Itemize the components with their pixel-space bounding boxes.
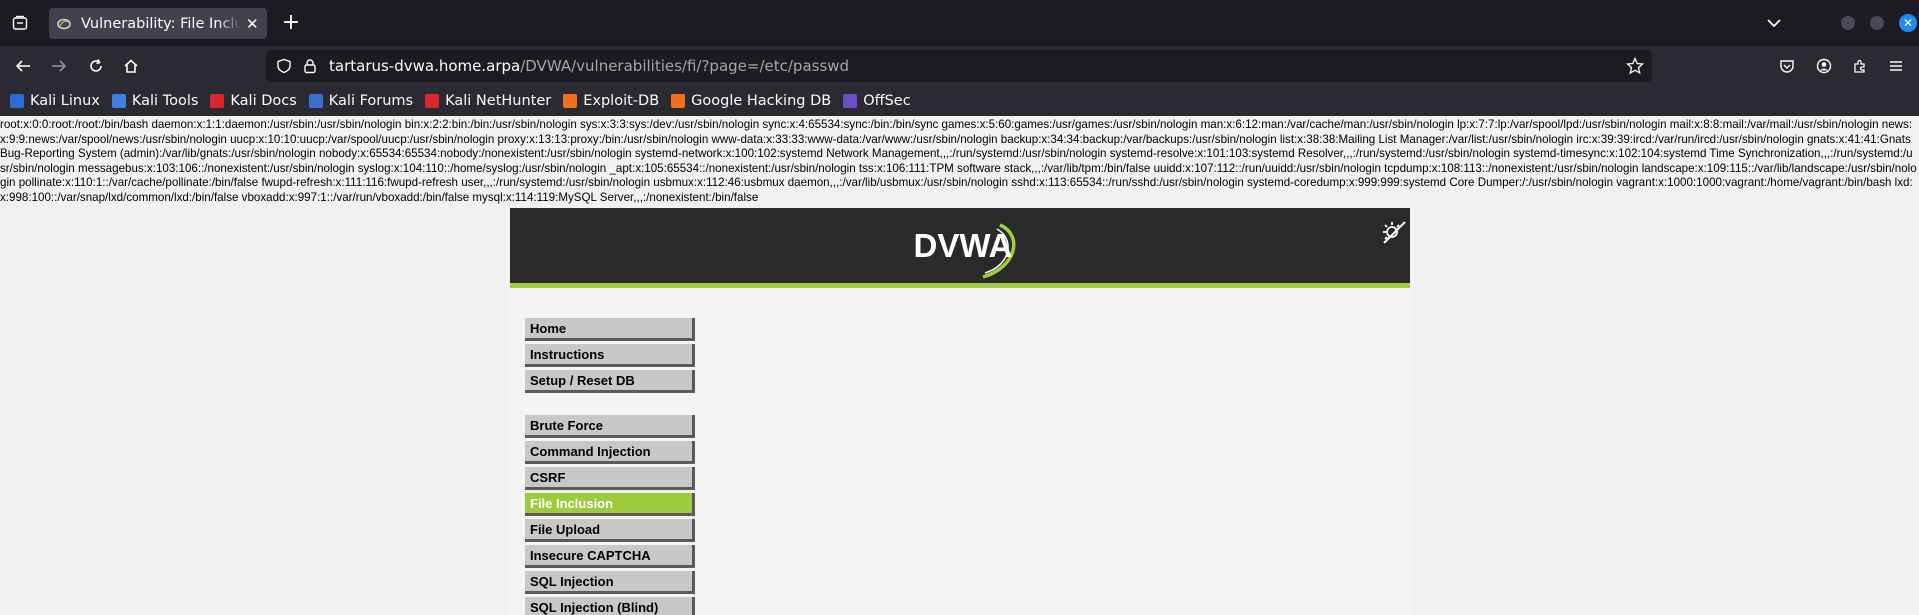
bookmark-kali-tools[interactable]: Kali Tools — [111, 93, 199, 109]
menu-item-csrf[interactable]: CSRF — [525, 467, 695, 490]
passwd-file-output: root:x:0:0:root:/root:/bin/bash daemon:x… — [0, 118, 1917, 204]
browser-tab-active[interactable]: Vulnerability: File Inclusion :: Damn Vu… — [49, 8, 267, 39]
dvwa-container: DVWA Home Instructions Setup / Reset DB … — [510, 208, 1410, 615]
dvwa-favicon-icon — [57, 17, 71, 31]
bookmark-offsec[interactable]: OffSec — [843, 93, 911, 109]
tracking-protection-shield-icon[interactable] — [276, 58, 292, 78]
reload-icon[interactable] — [86, 56, 106, 76]
new-tab-icon[interactable]: + — [280, 12, 302, 34]
menu-item-sql-injection-blind[interactable]: SQL Injection (Blind) — [525, 597, 695, 615]
menu-item-sql-injection[interactable]: SQL Injection — [525, 571, 695, 594]
account-icon[interactable] — [1814, 56, 1834, 76]
url-text[interactable]: tartarus-dvwa.home.arpa/DVWA/vulnerabili… — [329, 57, 849, 75]
dvwa-header: DVWA — [510, 208, 1410, 288]
menu-item-insecure-captcha[interactable]: Insecure CAPTCHA — [525, 545, 695, 568]
svg-text:DVWA: DVWA — [914, 227, 1013, 264]
menu-item-home[interactable]: Home — [525, 318, 695, 341]
menu-item-setup-reset-db[interactable]: Setup / Reset DB — [525, 370, 695, 393]
home-icon[interactable] — [121, 56, 141, 76]
back-arrow-icon[interactable] — [13, 56, 33, 76]
kali-docs-icon — [210, 94, 225, 108]
bookmark-label: Kali Linux — [30, 93, 100, 109]
theme-toggle-icon[interactable] — [1380, 218, 1408, 246]
dvwa-logo: DVWA — [914, 223, 1016, 279]
kali-icon — [10, 94, 24, 108]
dvwa-side-menu: Home Instructions Setup / Reset DB Brute… — [525, 318, 695, 615]
url-path: /DVWA/vulnerabilities/fi/?page=/etc/pass… — [520, 57, 850, 75]
offsec-icon — [843, 94, 858, 108]
bookmark-exploit-db[interactable]: Exploit-DB — [563, 93, 659, 109]
close-tab-icon[interactable]: ✕ — [246, 15, 259, 33]
bookmark-kali-linux[interactable]: Kali Linux — [10, 93, 100, 109]
bookmark-kali-forums[interactable]: Kali Forums — [308, 93, 414, 109]
chevron-down-icon[interactable] — [1764, 13, 1784, 33]
bookmark-label: Kali Tools — [131, 93, 199, 109]
bookmark-label: Exploit-DB — [583, 93, 660, 109]
menu-item-file-upload[interactable]: File Upload — [525, 519, 695, 542]
exploit-db-icon — [563, 94, 578, 108]
kali-tools-icon — [111, 94, 126, 108]
kali-forums-icon — [308, 94, 323, 108]
menu-hamburger-icon[interactable] — [1886, 56, 1906, 76]
nethunter-icon — [425, 94, 440, 108]
ghdb-icon — [671, 94, 686, 108]
bookmark-star-icon[interactable] — [1625, 56, 1645, 79]
tab-list-icon[interactable] — [8, 11, 32, 35]
menu-item-brute-force[interactable]: Brute Force — [525, 415, 695, 438]
menu-separator — [525, 396, 695, 415]
tab-title: Vulnerability: File Inclusion :: Damn Vu… — [81, 15, 242, 32]
bookmark-label: OffSec — [863, 93, 911, 109]
menu-item-instructions[interactable]: Instructions — [525, 344, 695, 367]
navigation-toolbar: tartarus-dvwa.home.arpa/DVWA/vulnerabili… — [0, 46, 1919, 86]
menu-item-file-inclusion[interactable]: File Inclusion — [525, 493, 695, 516]
address-bar[interactable]: tartarus-dvwa.home.arpa/DVWA/vulnerabili… — [266, 50, 1652, 82]
page-viewport: root:x:0:0:root:/root:/bin/bash daemon:x… — [0, 116, 1919, 615]
bookmark-label: Kali NetHunter — [445, 93, 552, 109]
bookmark-google-hacking-db[interactable]: Google Hacking DB — [671, 93, 831, 109]
tab-strip: Vulnerability: File Inclusion :: Damn Vu… — [0, 0, 1919, 46]
bookmarks-toolbar: Kali Linux Kali Tools Kali Docs Kali For… — [0, 86, 1919, 116]
minimize-window-button[interactable] — [1841, 16, 1855, 30]
maximize-window-button[interactable] — [1870, 16, 1884, 30]
site-info-lock-icon[interactable] — [302, 58, 318, 78]
bookmark-label: Kali Docs — [230, 93, 297, 109]
extensions-icon[interactable] — [1850, 56, 1870, 76]
forward-arrow-icon[interactable] — [49, 56, 69, 76]
bookmark-kali-docs[interactable]: Kali Docs — [210, 93, 297, 109]
bookmark-kali-nethunter[interactable]: Kali NetHunter — [425, 93, 551, 109]
url-host: tartarus-dvwa.home.arpa — [329, 57, 521, 75]
bookmark-label: Google Hacking DB — [691, 93, 832, 109]
close-window-button[interactable]: ✕ — [1899, 14, 1917, 32]
bookmark-label: Kali Forums — [328, 93, 414, 109]
pocket-icon[interactable] — [1777, 56, 1797, 76]
menu-item-command-injection[interactable]: Command Injection — [525, 441, 695, 464]
